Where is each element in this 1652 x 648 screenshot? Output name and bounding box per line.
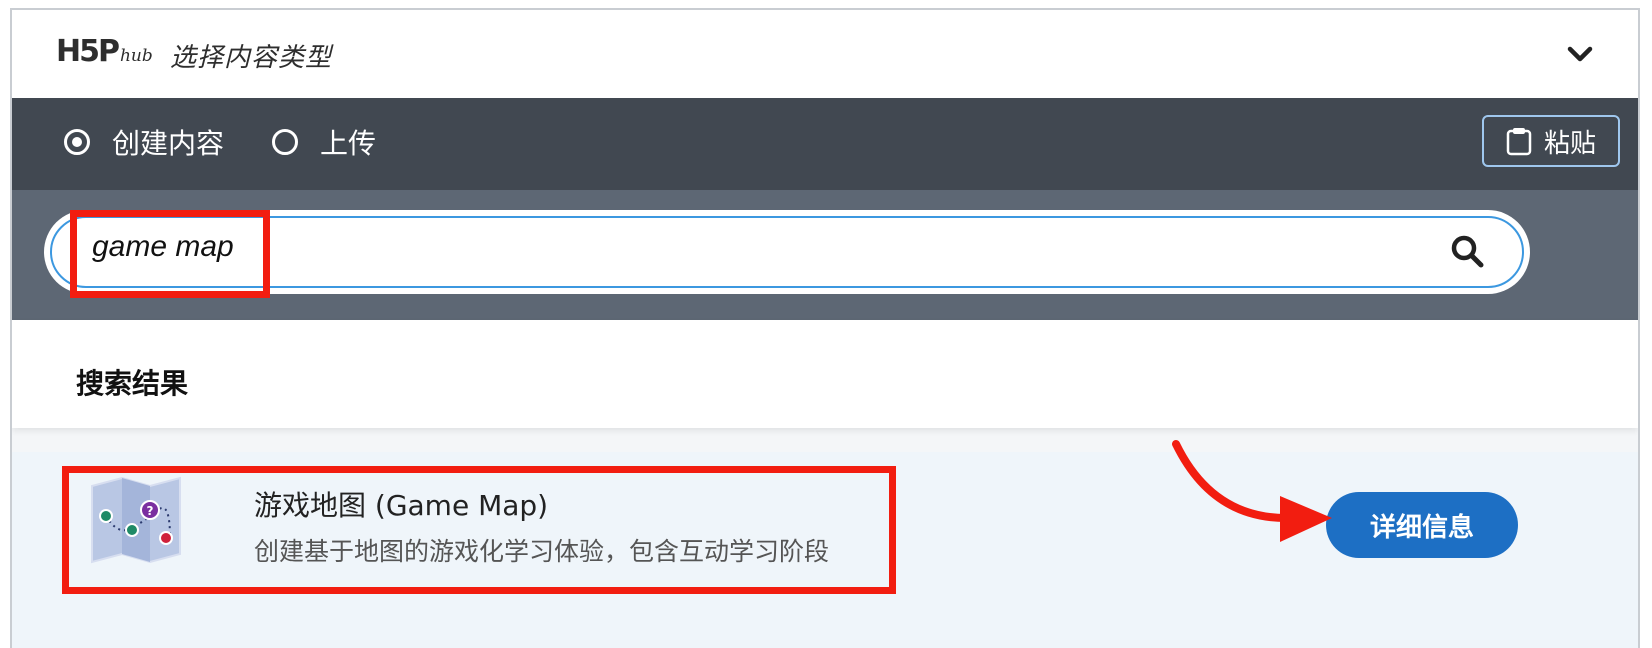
list-item[interactable]: ? 游戏地图 (Game Map) 创建基于地图的游戏化学习体验，包含互动学习阶…	[12, 440, 1638, 648]
tab-create-content[interactable]: 创建内容	[64, 122, 224, 162]
h5p-hub-logo: H5P hub	[56, 34, 153, 69]
clipboard-icon	[1506, 128, 1532, 156]
details-button[interactable]: 详细信息	[1326, 492, 1518, 558]
results-heading-bar: 搜索结果	[12, 320, 1638, 428]
hub-title: 选择内容类型	[170, 43, 333, 73]
tab-create-content-label: 创建内容	[112, 127, 225, 160]
h5p-hub-panel: H5P hub 选择内容类型 创建内容 上传 粘贴 game map 搜索结果 …	[10, 8, 1640, 648]
search-icon[interactable]	[1450, 234, 1486, 270]
hub-header[interactable]: H5P hub 选择内容类型	[12, 10, 1638, 99]
radio-selected-icon[interactable]	[64, 129, 90, 155]
result-highlight-box	[62, 466, 896, 594]
tab-upload[interactable]: 上传	[272, 122, 376, 162]
paste-label: 粘贴	[1543, 128, 1596, 159]
radio-icon[interactable]	[272, 129, 298, 155]
tab-upload-label: 上传	[320, 127, 377, 160]
search-highlight-box	[70, 210, 270, 298]
red-arrow-annotation	[1172, 440, 1332, 542]
paste-button[interactable]: 粘贴	[1482, 115, 1620, 167]
search-area: game map	[12, 190, 1638, 320]
results-heading: 搜索结果	[76, 367, 189, 400]
tabs-bar: 创建内容 上传 粘贴	[12, 98, 1638, 190]
chevron-down-icon[interactable]	[1566, 40, 1594, 68]
